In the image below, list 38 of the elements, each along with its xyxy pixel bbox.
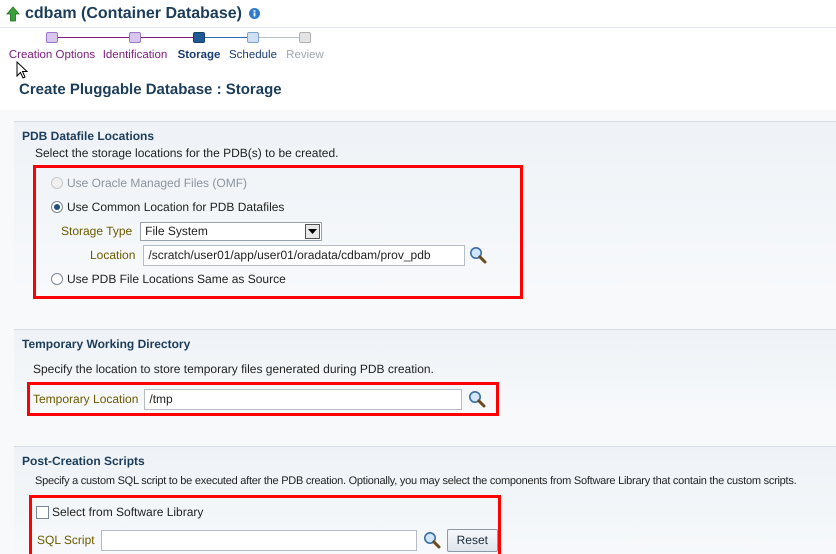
section-title: Post-Creation Scripts xyxy=(22,454,145,468)
search-icon[interactable] xyxy=(422,531,441,549)
radio-label[interactable]: Use PDB File Locations Same as Source xyxy=(67,270,286,288)
train-step-marker[interactable] xyxy=(193,32,205,43)
section-description: Specify the location to store temporary files generated during PDB creation. xyxy=(33,362,434,376)
radio-button[interactable] xyxy=(51,273,63,285)
train-step-link[interactable]: Schedule xyxy=(229,47,277,64)
radio-label[interactable]: Use Common Location for PDB Datafiles xyxy=(67,198,284,216)
train-step-marker[interactable] xyxy=(46,32,58,43)
storage-type-dropdown[interactable]: File System xyxy=(140,222,322,240)
section-description: Select the storage locations for the PDB(s) to be created. xyxy=(35,146,338,160)
train-step-link[interactable]: Identification xyxy=(102,47,168,64)
search-icon[interactable] xyxy=(468,390,486,408)
text-field[interactable]: /tmp xyxy=(144,388,462,410)
reset-button[interactable]: Reset xyxy=(446,528,498,552)
field-label: SQL Script xyxy=(37,532,95,549)
checkbox[interactable] xyxy=(36,506,49,518)
train-step-link[interactable]: Creation Options xyxy=(8,47,96,64)
section-title: Temporary Working Directory xyxy=(22,337,190,351)
page-title: cdbam (Container Database) xyxy=(25,4,242,24)
train-step-link[interactable]: Storage xyxy=(178,47,220,64)
text-field[interactable] xyxy=(100,530,417,550)
section-description: Specify a custom SQL script to be executed after the PDB creation. Optionally, you may select the components from Software Library that contain the custom scripts. xyxy=(35,475,796,487)
radio-button[interactable] xyxy=(51,201,63,213)
field-label: Temporary Location xyxy=(33,391,138,408)
field-label: Location xyxy=(90,247,136,264)
info-icon[interactable] xyxy=(248,8,260,19)
up-arrow-icon[interactable] xyxy=(6,6,20,22)
search-icon[interactable] xyxy=(469,246,488,264)
section-title: PDB Datafile Locations xyxy=(22,129,154,143)
page-heading: Create Pluggable Database : Storage xyxy=(19,81,282,98)
radio-label: Use Oracle Managed Files (OMF) xyxy=(67,175,248,192)
train-step-link: Review xyxy=(286,48,324,63)
train-step-marker[interactable] xyxy=(129,32,141,43)
text-field[interactable]: /scratch/user01/app/user01/oradata/cdbam/prov_pdb xyxy=(143,244,466,266)
train-step-marker[interactable] xyxy=(247,32,259,43)
field-label: Storage Type xyxy=(61,223,132,240)
checkbox-label[interactable]: Select from Software Library xyxy=(52,503,204,521)
